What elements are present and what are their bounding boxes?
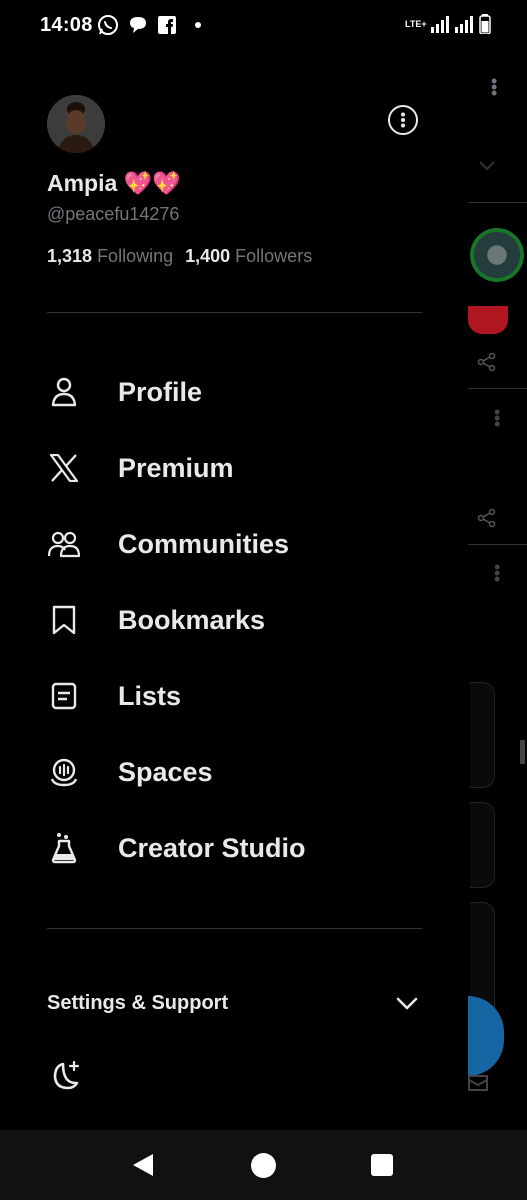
list-icon	[47, 679, 81, 713]
back-icon[interactable]	[131, 1152, 155, 1178]
following-label: Following	[97, 246, 174, 266]
menu-item-label: Profile	[118, 376, 203, 407]
menu-item-premium[interactable]: Premium	[0, 430, 468, 506]
followers-label: Followers	[235, 246, 313, 266]
followers-count: 1,400	[185, 246, 231, 266]
avatar-photo	[47, 95, 105, 153]
menu-item-spaces[interactable]: Spaces	[0, 734, 468, 810]
profile-display-name[interactable]: Ampia 💖💖	[47, 170, 181, 197]
share-icon	[477, 508, 496, 528]
facebook-icon	[158, 16, 176, 34]
whatsapp-icon	[98, 15, 118, 35]
menu-item-label: Premium	[118, 452, 234, 483]
avatar[interactable]	[47, 95, 105, 153]
network-type: LTE+	[405, 18, 427, 29]
menu-item-label: Bookmarks	[118, 604, 266, 635]
status-time: 14:08	[40, 14, 93, 36]
menu-item-label: Creator Studio	[118, 832, 306, 863]
chevron-down-icon[interactable]	[396, 997, 418, 1011]
menu-item-label: Spaces	[118, 756, 213, 787]
feed-scroll-marker	[520, 740, 525, 764]
feed-media-preview	[468, 306, 508, 334]
menu-item-communities[interactable]: Communities	[0, 506, 468, 582]
person-icon	[47, 375, 81, 409]
feed-image-thumbnail	[470, 228, 524, 282]
signal-icon	[431, 16, 449, 33]
background-feed: • • • • • • • • •	[468, 52, 527, 1130]
menu-item-creator-studio[interactable]: Creator Studio	[0, 810, 468, 886]
following-count: 1,318	[47, 246, 93, 266]
menu-item-bookmarks[interactable]: Bookmarks	[0, 582, 468, 658]
more-notifications-dot	[195, 22, 201, 28]
more-vertical-icon	[401, 112, 405, 128]
drawer-menu: Profile Premium Communities Bookmarks Li…	[0, 354, 468, 886]
feed-overflow-icon: • • •	[494, 402, 501, 434]
status-bar: 14:08 LTE+	[0, 0, 527, 52]
battery-icon	[479, 14, 491, 34]
settings-support-toggle[interactable]: Settings & Support	[47, 992, 228, 1015]
menu-item-label: Lists	[118, 680, 182, 711]
feed-card	[470, 682, 495, 788]
recent-apps-button[interactable]	[371, 1154, 393, 1176]
navigation-drawer: Ampia 💖💖 @peacefu14276 1,318 Following 1…	[0, 52, 468, 1130]
communities-icon	[47, 527, 81, 561]
followers-link[interactable]: 1,400 Followers	[185, 246, 312, 267]
bookmark-icon	[47, 603, 81, 637]
share-icon	[477, 352, 496, 372]
chat-bubble-icon	[130, 17, 146, 33]
signal-icon-2	[455, 16, 473, 33]
spaces-icon	[47, 755, 81, 789]
divider	[47, 928, 422, 929]
menu-item-label: Communities	[118, 528, 290, 559]
compose-fab	[468, 996, 504, 1076]
status-notification-icons	[97, 14, 201, 36]
following-link[interactable]: 1,318 Following	[47, 246, 173, 267]
feed-overflow-icon: • • •	[491, 71, 498, 103]
home-button[interactable]	[251, 1153, 276, 1178]
follow-stats: 1,318 Following 1,400 Followers	[47, 246, 312, 267]
menu-item-profile[interactable]: Profile	[0, 354, 468, 430]
chevron-down-icon	[479, 161, 495, 171]
feed-card	[470, 802, 495, 888]
system-navigation-bar	[0, 1130, 527, 1200]
moon-icon[interactable]	[47, 1060, 81, 1092]
creator-studio-icon	[47, 831, 81, 865]
menu-item-lists[interactable]: Lists	[0, 658, 468, 734]
account-options-button[interactable]	[388, 105, 418, 135]
profile-handle: @peacefu14276	[47, 204, 180, 224]
divider	[47, 312, 422, 313]
x-logo-icon	[47, 451, 81, 485]
feed-overflow-icon: • • •	[494, 557, 501, 589]
status-system-icons: LTE+	[405, 14, 491, 34]
messages-icon	[468, 1075, 488, 1091]
